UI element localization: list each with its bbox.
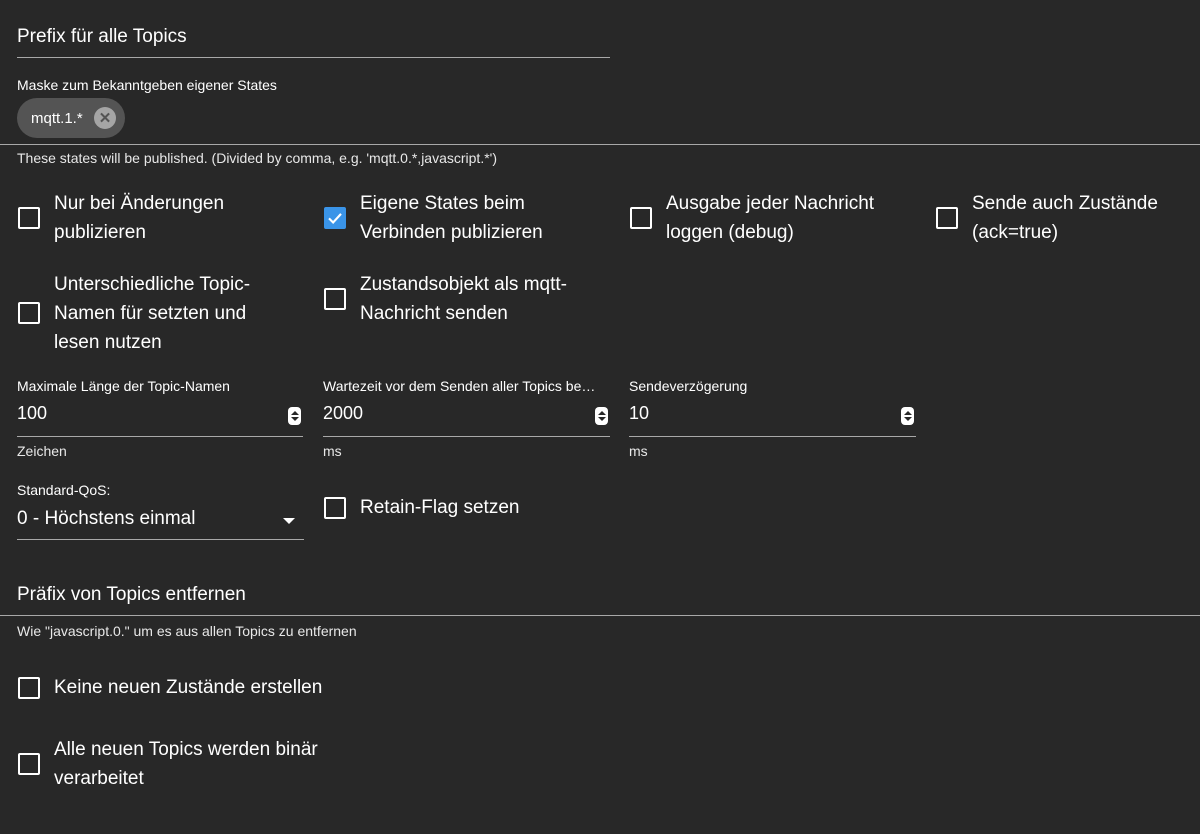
- no-new-states-label: Keine neuen Zustände erstellen: [54, 677, 323, 698]
- qos-label: Standard-QoS:: [17, 482, 111, 498]
- send-delay-unit: ms: [629, 443, 648, 459]
- publish-on-connect-checkbox[interactable]: [324, 207, 346, 229]
- publish-on-connect-label: Eigene States beim Verbinden publizieren: [360, 193, 543, 243]
- mask-helper-text: These states will be published. (Divided…: [17, 150, 497, 166]
- chip-delete-icon[interactable]: ✕: [94, 107, 116, 129]
- send-ack-true-checkbox[interactable]: [936, 207, 958, 229]
- max-topic-length-value: 100: [17, 403, 48, 423]
- remove-prefix-title: Präfix von Topics entfernen: [17, 584, 246, 605]
- mask-label: Maske zum Bekanntgeben eigener States: [17, 77, 277, 93]
- state-object-message-checkbox[interactable]: [324, 288, 346, 310]
- prefix-label: Prefix für alle Topics: [17, 26, 187, 47]
- no-new-states-checkbox[interactable]: [18, 677, 40, 699]
- state-object-message-label: Zustandsobjekt als mqtt- Nachricht sende…: [360, 274, 567, 324]
- max-topic-length-label: Maximale Länge der Topic-Namen: [17, 378, 230, 394]
- binary-topics-checkbox[interactable]: [18, 753, 40, 775]
- remove-prefix-underline[interactable]: [0, 615, 1200, 616]
- only-changes-label: Nur bei Änderungen publizieren: [54, 193, 225, 243]
- different-topic-names-checkbox[interactable]: [18, 302, 40, 324]
- binary-topics-label: Alle neuen Topics werden binär verarbeit…: [54, 739, 318, 789]
- send-delay-input[interactable]: 10: [629, 397, 916, 437]
- only-changes-checkbox[interactable]: [18, 207, 40, 229]
- different-topic-names-label: Unterschiedliche Topic- Namen für setzte…: [54, 274, 251, 353]
- log-each-message-checkbox[interactable]: [630, 207, 652, 229]
- mask-chip: mqtt.1.* ✕: [17, 98, 125, 138]
- spinner-icon[interactable]: [288, 407, 301, 425]
- send-ack-true-label: Sende auch Zustände (ack=true): [972, 193, 1158, 243]
- wait-before-send-value: 2000: [323, 403, 364, 423]
- qos-select[interactable]: 0 - Höchstens einmal: [17, 504, 304, 540]
- send-delay-value: 10: [629, 403, 650, 423]
- mask-field-underline[interactable]: [0, 144, 1200, 145]
- checkmark-icon: [328, 213, 342, 225]
- wait-before-send-label: Wartezeit vor dem Senden aller Topics be…: [323, 378, 596, 394]
- wait-before-send-input[interactable]: 2000: [323, 397, 610, 437]
- dropdown-arrow-icon: [283, 518, 295, 524]
- send-delay-label: Sendeverzögerung: [629, 378, 748, 394]
- max-topic-length-input[interactable]: 100: [17, 397, 303, 437]
- mask-chip-label: mqtt.1.*: [31, 109, 83, 127]
- max-topic-length-unit: Zeichen: [17, 443, 67, 459]
- remove-prefix-helper: Wie "javascript.0." um es aus allen Topi…: [17, 623, 357, 639]
- qos-selected-value: 0 - Höchstens einmal: [17, 508, 196, 529]
- retain-flag-checkbox[interactable]: [324, 497, 346, 519]
- log-each-message-label: Ausgabe jeder Nachricht loggen (debug): [666, 193, 875, 243]
- spinner-icon[interactable]: [595, 407, 608, 425]
- spinner-icon[interactable]: [901, 407, 914, 425]
- prefix-field[interactable]: Prefix für alle Topics: [17, 18, 610, 58]
- wait-before-send-unit: ms: [323, 443, 342, 459]
- retain-flag-label: Retain-Flag setzen: [360, 497, 520, 518]
